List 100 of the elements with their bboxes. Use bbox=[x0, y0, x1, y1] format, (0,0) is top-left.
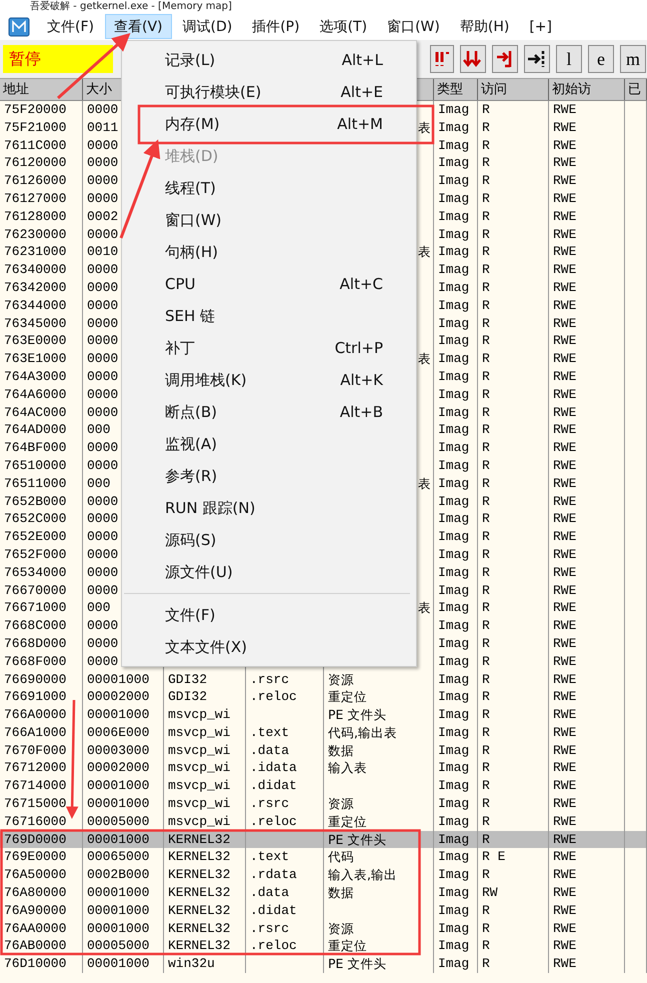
table-row[interactable]: 76AB0000 00005000 KERNEL32 .reloc 重定位 Imag R RWE bbox=[0, 937, 647, 956]
menu-item[interactable]: 调用堆栈(K) Alt+K bbox=[122, 364, 416, 396]
table-row[interactable]: 766A0000 00001000 msvcp_wi PE 文件头 Imag R RWE bbox=[0, 706, 647, 724]
menu-item[interactable]: RUN 跟踪(N) bbox=[122, 492, 416, 524]
table-cell: 数据 bbox=[328, 885, 354, 900]
table-cell: RWE bbox=[553, 190, 576, 206]
column-header[interactable]: 访问 bbox=[478, 79, 549, 100]
shortcut-label: Alt+E bbox=[340, 83, 383, 101]
table-cell: Imag bbox=[438, 494, 470, 509]
table-cell: R bbox=[482, 760, 490, 776]
table-cell: R bbox=[482, 582, 490, 598]
table-cell: 76AB0000 bbox=[4, 938, 66, 954]
menu-item-label: 记录(L) bbox=[165, 50, 216, 70]
table-cell: RWE bbox=[553, 173, 576, 188]
table-cell: R bbox=[482, 316, 490, 331]
menu-item-label: CPU bbox=[165, 275, 196, 293]
table-cell: Imag bbox=[438, 333, 470, 348]
table-cell: Imag bbox=[438, 546, 470, 562]
table-cell: R bbox=[482, 654, 490, 669]
table-cell: 76340000 bbox=[4, 262, 66, 278]
table-cell: 769D0000 bbox=[4, 832, 66, 847]
table-cell: R bbox=[482, 298, 490, 313]
table-cell: 75F20000 bbox=[4, 102, 66, 117]
menu-item[interactable]: 窗口(W) bbox=[378, 14, 449, 39]
menu-item[interactable]: 句柄(H) bbox=[122, 236, 416, 268]
table-cell: 76D10000 bbox=[4, 956, 66, 972]
table-cell: 76120000 bbox=[4, 155, 66, 170]
table-cell: 76A50000 bbox=[4, 867, 66, 882]
menu-item-label: 可执行模块(E) bbox=[165, 82, 262, 102]
table-row[interactable]: 76690000 00001000 GDI32 .rsrc 资源 Imag R RWE bbox=[0, 670, 647, 688]
menu-item[interactable]: 源文件(U) bbox=[122, 556, 416, 588]
table-cell: 0000 bbox=[87, 138, 118, 153]
table-cell: 76691000 bbox=[4, 689, 66, 704]
table-row[interactable]: 76A90000 00001000 KERNEL32 .didat Imag R RWE bbox=[0, 902, 647, 920]
menu-item[interactable]: 文件(F) bbox=[38, 14, 103, 39]
menu-item[interactable]: 参考(R) bbox=[122, 460, 416, 492]
menu-item-label: 线程(T) bbox=[165, 178, 216, 198]
column-header[interactable]: 地址 bbox=[0, 79, 83, 100]
table-cell: 0000 bbox=[87, 173, 118, 188]
menu-item[interactable]: SEH 链 bbox=[122, 300, 416, 332]
toolbar-button[interactable] bbox=[524, 45, 550, 73]
toolbar-button[interactable]: e bbox=[588, 45, 614, 73]
menu-item[interactable]: 记录(L) Alt+L bbox=[122, 44, 416, 76]
table-cell: R bbox=[482, 814, 490, 829]
menu-item[interactable]: [+] bbox=[520, 14, 561, 39]
toolbar-button[interactable]: m bbox=[620, 45, 646, 73]
menu-item[interactable]: 文本文件(X) bbox=[122, 631, 416, 663]
table-cell: 76534000 bbox=[4, 564, 66, 580]
table-cell: Imag bbox=[438, 867, 470, 882]
menu-item[interactable]: 内存(M) Alt+M bbox=[122, 108, 416, 140]
table-cell: 000 bbox=[87, 600, 110, 616]
menu-item[interactable]: 插件(P) bbox=[243, 14, 309, 39]
table-row[interactable]: 76D10000 00001000 win32u PE 文件头 Imag R RWE bbox=[0, 955, 647, 974]
table-cell: Imag bbox=[438, 529, 470, 544]
table-cell: RWE bbox=[553, 208, 576, 224]
table-cell: Imag bbox=[438, 422, 470, 438]
menu-item[interactable]: 帮助(H) bbox=[450, 14, 518, 39]
column-header[interactable]: 初始访 bbox=[549, 79, 625, 100]
menu-item[interactable]: 窗口(W) bbox=[122, 204, 416, 236]
table-row[interactable]: 76A50000 0002B000 KERNEL32 .rdata 输入表,输出 Imag R RWE bbox=[0, 866, 647, 884]
table-cell: RWE bbox=[553, 316, 576, 331]
menu-item[interactable]: 可执行模块(E) Alt+E bbox=[122, 76, 416, 108]
menu-item[interactable]: 调试(D) bbox=[174, 14, 242, 39]
menu-item[interactable]: 查看(V) bbox=[104, 14, 172, 39]
table-cell: msvcp_wi bbox=[168, 707, 230, 722]
menu-item[interactable]: 补丁 Ctrl+P bbox=[122, 332, 416, 364]
table-cell: Imag bbox=[438, 226, 470, 242]
table-row[interactable]: 766A1000 0006E000 msvcp_wi .text 代码,输出表 Imag R RWE bbox=[0, 724, 647, 742]
table-cell: 000 bbox=[87, 476, 110, 491]
menu-item[interactable]: CPU Alt+C bbox=[122, 268, 416, 300]
table-cell: 00001000 bbox=[87, 920, 150, 936]
table-row[interactable]: 76712000 00002000 msvcp_wi .idata 输入表 Imag R RWE bbox=[0, 759, 647, 778]
table-row[interactable]: 7670F000 00003000 msvcp_wi .data 数据 Imag R RWE bbox=[0, 742, 647, 760]
table-cell: R bbox=[482, 422, 490, 438]
table-cell: R bbox=[482, 689, 490, 704]
table-cell: 0000 bbox=[87, 280, 118, 295]
table-row[interactable]: 76A80000 00001000 KERNEL32 .data 数据 Imag RW RWE bbox=[0, 884, 647, 902]
table-row[interactable]: 769D0000 00001000 KERNEL32 PE 文件头 Imag R RWE bbox=[0, 830, 647, 848]
table-cell: 76127000 bbox=[4, 190, 66, 206]
table-row[interactable]: 76AA0000 00001000 KERNEL32 .rsrc 资源 Imag R RWE bbox=[0, 920, 647, 938]
table-cell: 766A1000 bbox=[4, 724, 66, 740]
table-row[interactable]: 76714000 00001000 msvcp_wi .didat Imag R RWE bbox=[0, 777, 647, 796]
menu-item[interactable]: 选项(T) bbox=[310, 14, 376, 39]
arrow-to-bar-icon bbox=[527, 49, 547, 69]
menu-item[interactable]: 源码(S) bbox=[122, 524, 416, 556]
down-arrows-icon bbox=[463, 49, 483, 69]
menu-item[interactable]: 文件(F) bbox=[122, 599, 416, 631]
table-cell: Imag bbox=[438, 120, 470, 135]
toolbar-button[interactable]: l bbox=[556, 45, 582, 73]
table-row[interactable]: 76715000 00001000 msvcp_wi .rsrc 资源 Imag R RWE bbox=[0, 795, 647, 813]
table-row[interactable]: 76691000 00002000 GDI32 .reloc 重定位 Imag R RWE bbox=[0, 688, 647, 706]
menu-item[interactable]: 监视(A) bbox=[122, 428, 416, 460]
menu-item[interactable]: 断点(B) Alt+B bbox=[122, 396, 416, 428]
table-cell: 0000 bbox=[87, 636, 118, 651]
menu-item[interactable]: 线程(T) bbox=[122, 172, 416, 204]
table-cell: .didat bbox=[250, 778, 297, 794]
table-row[interactable]: 769E0000 00065000 KERNEL32 .text 代码 Imag R E RWE bbox=[0, 848, 647, 866]
table-cell: 00003000 bbox=[87, 742, 150, 758]
table-cell: 00001000 bbox=[87, 778, 150, 794]
table-cell: Imag bbox=[438, 618, 470, 634]
